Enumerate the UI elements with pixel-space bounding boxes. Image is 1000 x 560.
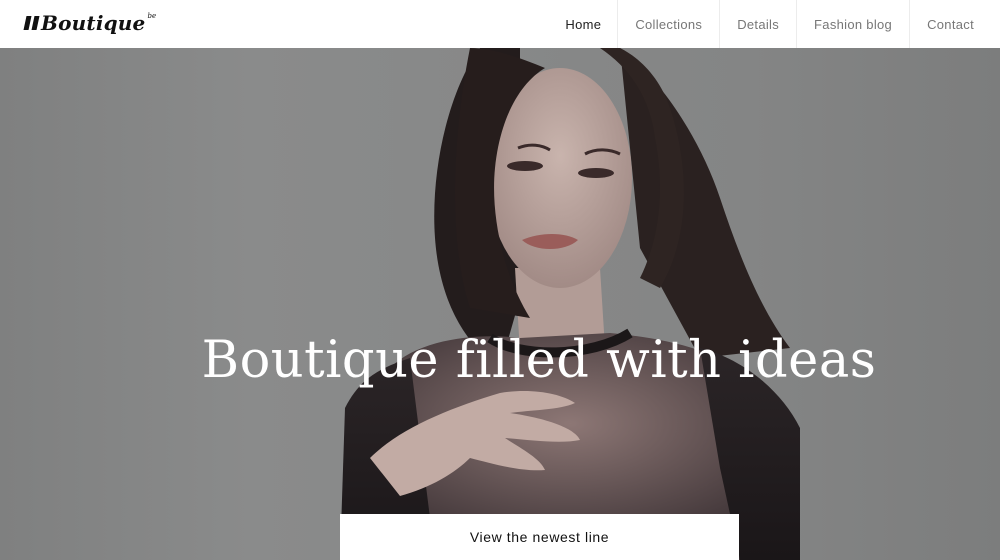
brand-name: Boutique <box>41 11 146 35</box>
hero-section: Boutique filled with ideas <box>0 48 1000 560</box>
nav-item-home[interactable]: Home <box>548 0 617 48</box>
brand-logo[interactable]: Boutique be <box>23 11 157 35</box>
top-navbar: Boutique be Home Collections Details Fas… <box>0 0 1000 48</box>
view-newest-line-button[interactable]: View the newest line <box>340 514 739 560</box>
nav-item-fashion-blog[interactable]: Fashion blog <box>796 0 909 48</box>
nav-item-collections[interactable]: Collections <box>617 0 719 48</box>
main-nav: Home Collections Details Fashion blog Co… <box>548 0 1000 48</box>
logo-mark-icon <box>23 16 40 30</box>
hero-title: Boutique filled with ideas <box>201 331 877 390</box>
nav-item-contact[interactable]: Contact <box>909 0 1000 48</box>
hero-model-image <box>340 48 800 560</box>
brand-sup: be <box>147 12 157 20</box>
nav-item-details[interactable]: Details <box>719 0 796 48</box>
